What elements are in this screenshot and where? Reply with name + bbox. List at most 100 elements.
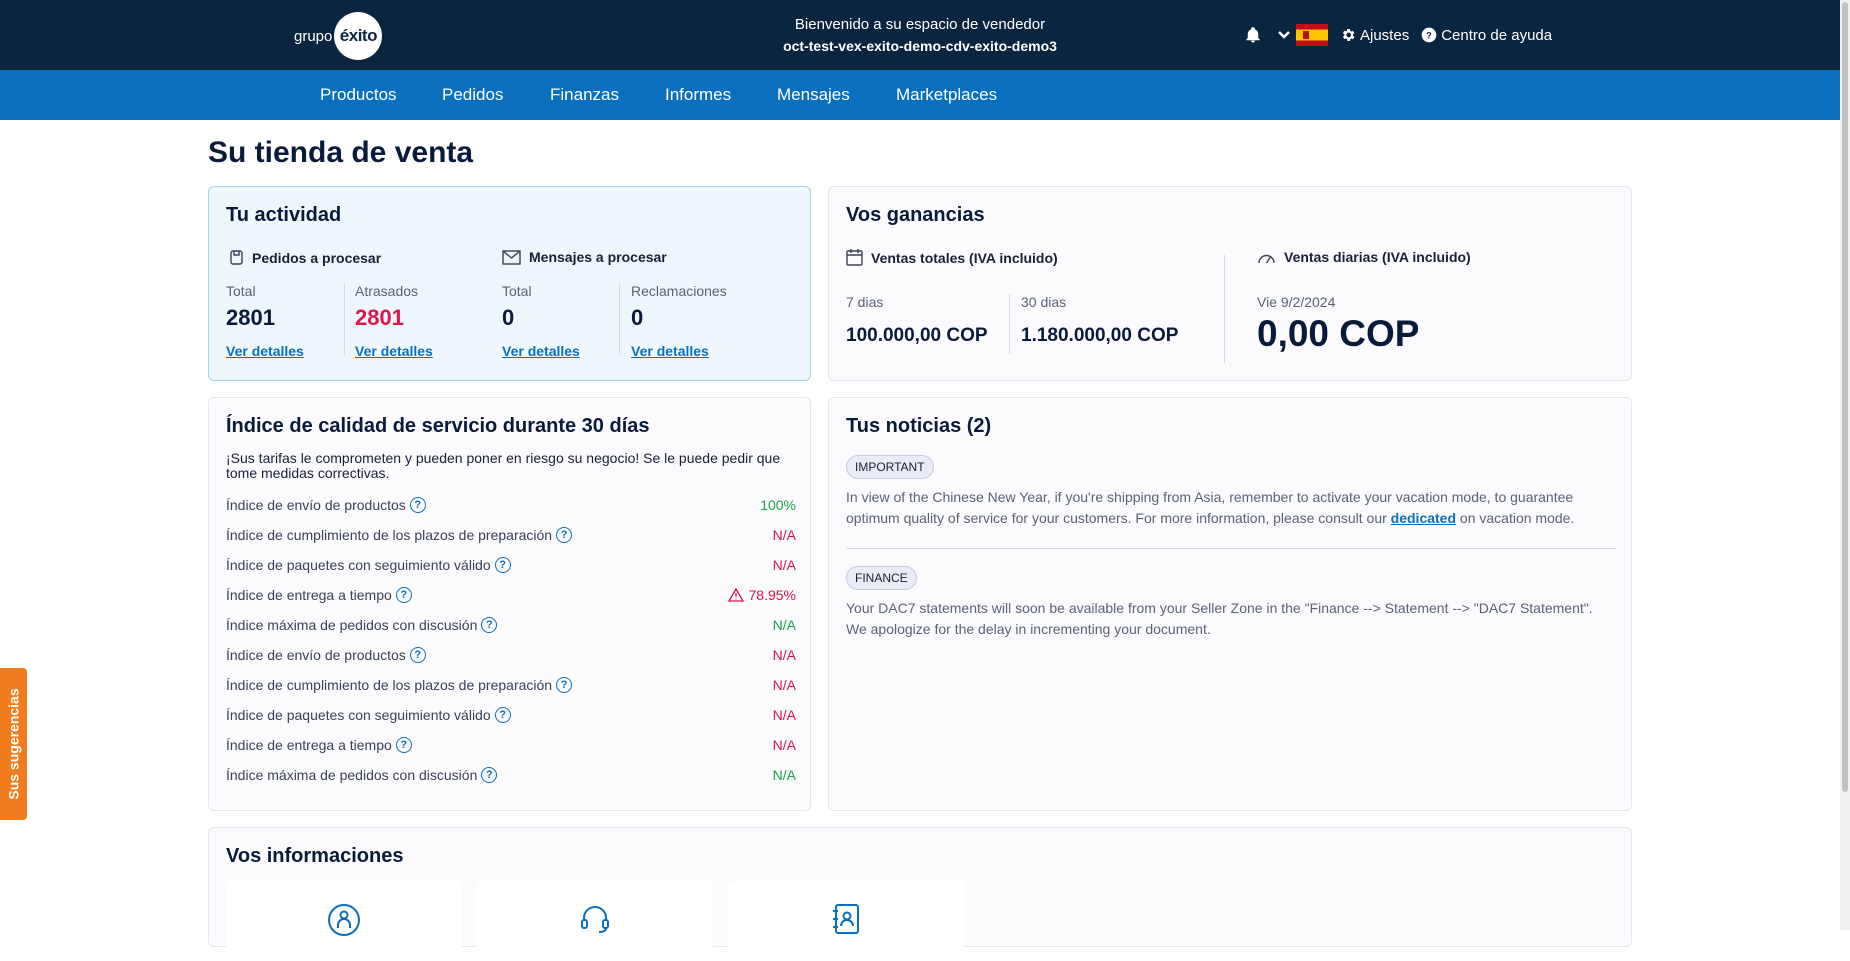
nav-informes[interactable]: Informes [665,85,731,105]
chevron-down-icon[interactable] [1276,27,1292,43]
quality-row-text: Índice de envío de productos [226,647,406,663]
stat-label: Total [502,283,532,299]
quality-row: Índice máxima de pedidos con discusión? N… [226,614,796,636]
quality-row-text: Índice de entrega a tiempo [226,587,392,603]
nav-finanzas[interactable]: Finanzas [550,85,619,105]
quality-row-value: N/A [773,617,796,633]
quality-row-value-text: N/A [772,677,796,693]
quality-title-text: Índice de calidad de servicio durante 30… [226,415,650,437]
stat-value: 2801 [226,305,275,330]
feedback-label: Sus sugerencias [5,688,22,800]
daily-date: Vie 9/2/2024 [1257,294,1335,310]
quality-row: Índice de cumplimiento de los plazos de … [226,524,796,546]
help-center-link[interactable]: ? Centro de ayuda [1421,27,1552,44]
quality-row-value: 78.95% [727,587,796,603]
quality-row-text: Índice de entrega a tiempo [226,737,392,753]
orders-heading: Pedidos a procesar [229,249,381,266]
news-title: Tus noticias (2) [846,415,992,437]
feedback-tab[interactable]: Sus sugerencias [0,668,27,820]
help-icon[interactable]: ? [481,617,498,633]
daily-sales-value: 0,00 COP [1257,313,1420,354]
claims-details-link[interactable]: Ver detalles [631,343,727,359]
news-body-end: on vacation mode. [1456,510,1575,526]
total-sales-heading: Ventas totales (IVA incluido) [846,249,1058,266]
help-icon[interactable]: ? [409,647,426,663]
svg-text:?: ? [1426,30,1432,40]
claims-stat: Reclamaciones 0 Ver detalles [631,283,727,359]
nav-pedidos[interactable]: Pedidos [442,85,503,105]
help-icon[interactable]: ? [409,497,426,513]
envelope-icon [502,249,521,265]
help-icon[interactable]: ? [395,737,412,753]
grupo-exito-logo[interactable]: grupo éxito [294,12,383,60]
scrollbar-thumb[interactable] [1842,2,1848,792]
quality-row: Índice de envío de productos? N/A [226,644,796,666]
period-label: 30 dias [1021,294,1067,310]
user-circle-icon [328,904,360,936]
quality-row: Índice de entrega a tiempo? N/A [226,734,796,756]
quality-row-value-text: N/A [772,707,796,723]
activity-title: Tu actividad [226,204,342,226]
quality-row: Índice de envío de productos? 100% [226,494,796,516]
headset-icon [581,906,609,933]
help-icon[interactable]: ? [395,587,412,603]
bell-icon[interactable] [1244,26,1262,44]
help-icon[interactable]: ? [556,677,573,693]
help-icon[interactable]: ? [556,527,573,543]
quality-index-card: Índice de calidad de servicio durante 30… [208,397,811,811]
quality-row: Índice de entrega a tiempo? 78.95% [226,584,796,606]
quality-row-label: Índice de paquetes con seguimiento válid… [226,707,511,723]
welcome-text: Bienvenido a su espacio de vendedor [794,16,1046,33]
messages-heading: Mensajes a procesar [502,249,667,265]
activity-card: Tu actividad Pedidos a procesar Mensajes… [208,186,811,381]
quality-row-value: N/A [773,647,796,663]
divider [344,283,345,355]
page-title: Su tienda de venta [208,136,474,169]
quality-row-label: Índice de cumplimiento de los plazos de … [226,677,573,693]
nav-mensajes[interactable]: Mensajes [777,85,850,105]
stat-value: 0 [631,305,644,330]
dedicated-link[interactable]: dedicated [1391,510,1456,526]
messages-total-stat: Total 0 Ver detalles [502,283,580,359]
news-divider [846,548,1616,549]
info-tile-support[interactable] [477,881,713,961]
help-icon[interactable]: ? [494,707,511,723]
nav-marketplaces[interactable]: Marketplaces [896,85,997,105]
quality-row-value: N/A [773,677,796,693]
divider [619,283,620,355]
period-label: 7 dias [846,294,884,310]
help-icon[interactable]: ? [494,557,511,573]
messages-total-details-link[interactable]: Ver detalles [502,343,580,359]
gear-icon [1342,29,1355,41]
quality-row: Índice de paquetes con seguimiento válid… [226,554,796,576]
stat-label: Atrasados [355,283,419,299]
orders-total-details-link[interactable]: Ver detalles [226,343,304,359]
page-scrollbar[interactable] [1840,0,1850,930]
quality-row-value: N/A [773,767,796,783]
info-title: Vos informaciones [226,845,404,867]
quality-row-text: Índice de cumplimiento de los plazos de … [226,677,553,693]
help-icon[interactable]: ? [481,767,498,783]
quality-row: Índice de paquetes con seguimiento válid… [226,704,796,726]
info-tile-profile[interactable] [226,881,462,961]
quality-row-value: 100% [760,497,796,513]
total-sales-heading-label: Ventas totales (IVA incluido) [871,249,1058,266]
sales-7-days: 7 dias 100.000,00 COP [846,294,988,347]
info-tile-contacts[interactable] [728,881,964,961]
help-label: Centro de ayuda [1441,26,1553,44]
news-text: Your DAC7 statements will soon be availa… [846,598,1616,640]
nav-productos[interactable]: Productos [320,85,397,105]
news-badge: IMPORTANT [846,455,934,479]
address-book-icon [833,904,859,934]
news-body: Your DAC7 statements will soon be availa… [846,600,1593,637]
orders-late-stat: Atrasados 2801 Ver detalles [355,283,433,359]
quality-row-label: Índice de envío de productos? [226,497,426,513]
orders-late-details-link[interactable]: Ver detalles [355,343,433,359]
messages-heading-label: Mensajes a procesar [529,249,667,265]
spain-flag-icon[interactable] [1296,24,1328,46]
quality-row-value-text: N/A [772,767,796,783]
quality-row-label: Índice de paquetes con seguimiento válid… [226,557,511,573]
earnings-title: Vos ganancias [846,204,985,226]
logo-brand: éxito [334,12,383,60]
settings-link[interactable]: Ajustes [1340,27,1409,44]
